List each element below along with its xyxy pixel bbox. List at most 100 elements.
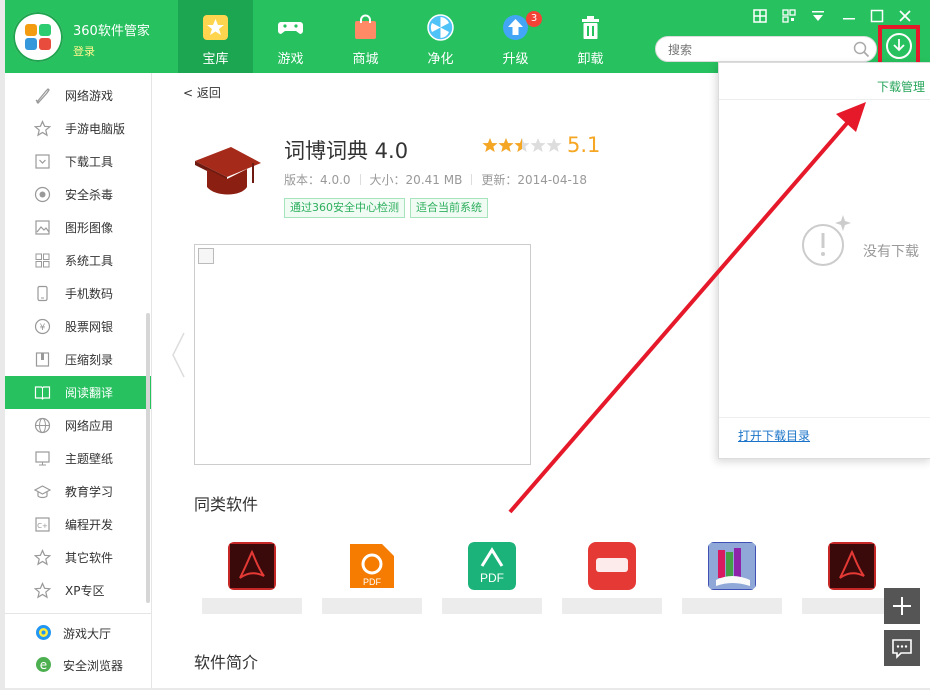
star-outline-icon bbox=[34, 582, 51, 599]
sidebar-item[interactable]: 系统工具 bbox=[5, 244, 151, 277]
open-download-folder-link[interactable]: 打开下载目录 bbox=[738, 427, 810, 444]
trash-icon bbox=[582, 16, 599, 39]
nav-label: 卸载 bbox=[577, 52, 604, 67]
maximize-button[interactable] bbox=[866, 6, 888, 26]
back-link[interactable]: < 返回 bbox=[183, 84, 221, 101]
sidebar-item[interactable]: 手机数码 bbox=[5, 277, 151, 310]
archive-icon bbox=[35, 352, 50, 367]
sidebar-item[interactable]: 安全杀毒 bbox=[5, 178, 151, 211]
screenshot-viewer[interactable] bbox=[194, 244, 531, 465]
sidebar-item[interactable]: 阅读翻译 bbox=[5, 376, 151, 409]
panel-divider bbox=[719, 99, 930, 100]
software-intro-title: 软件简介 bbox=[194, 653, 259, 672]
close-button[interactable] bbox=[894, 6, 916, 26]
category-sidebar: 网络游戏 手游电脑版 下载工具 安全杀毒图形图像系统工具 手机数码 ¥ 股票网银 压缩刻录 阅读… bbox=[5, 73, 152, 688]
nav-item-upgrade[interactable]: 3 升级 bbox=[478, 0, 553, 73]
sidebar-item[interactable]: 网络应用 bbox=[5, 409, 151, 442]
grid-skin-icon bbox=[753, 9, 767, 23]
nav-label: 升级 bbox=[502, 52, 529, 67]
sidebar-item-label: 教育学习 bbox=[65, 485, 114, 499]
skin-button[interactable] bbox=[749, 6, 771, 26]
browser-e-icon: e bbox=[36, 657, 51, 672]
star-icon bbox=[203, 15, 228, 40]
empty-exclamation-icon bbox=[802, 215, 851, 266]
app-name: 360软件管家 bbox=[73, 24, 150, 39]
sidebar-item-label: 网络应用 bbox=[65, 419, 114, 433]
previous-screenshot-arrow-icon[interactable] bbox=[170, 331, 188, 379]
search-input[interactable] bbox=[666, 40, 850, 60]
minimize-icon bbox=[843, 18, 855, 20]
safety-tags: 通过360安全中心检测 适合当前系统 bbox=[284, 196, 493, 218]
sidebar-item[interactable]: C+ 编程开发 bbox=[5, 508, 151, 541]
feedback-button[interactable] bbox=[884, 630, 920, 666]
similar-item[interactable] bbox=[672, 542, 792, 622]
nav-item-mall[interactable]: 商城 bbox=[328, 0, 403, 73]
nav-item-treasure[interactable]: 宝库 bbox=[178, 0, 253, 73]
nav-item-games[interactable]: 游戏 bbox=[253, 0, 328, 73]
sidebar-item[interactable]: 网络游戏 bbox=[5, 79, 151, 112]
similar-item[interactable] bbox=[192, 542, 312, 622]
similar-item-name bbox=[682, 598, 782, 614]
sidebar-item[interactable]: 主题壁纸 bbox=[5, 442, 151, 475]
similar-item[interactable] bbox=[552, 542, 672, 622]
nav-item-clean[interactable]: 净化 bbox=[403, 0, 478, 73]
upgrade-count-badge: 3 bbox=[526, 11, 542, 27]
search-box bbox=[655, 36, 877, 62]
sidebar-divider bbox=[5, 613, 151, 614]
youdao-icon bbox=[588, 542, 636, 590]
sidebar-scrollbar[interactable] bbox=[146, 313, 150, 603]
graduation-cap-icon bbox=[34, 485, 51, 499]
no-downloads-text: 没有下载 bbox=[863, 244, 919, 260]
sidebar-item-label: 图形图像 bbox=[65, 221, 114, 235]
meta-separator bbox=[471, 174, 473, 185]
image-icon bbox=[35, 220, 50, 235]
sidebar-item[interactable]: 手游电脑版 bbox=[5, 112, 151, 145]
nav-label: 商城 bbox=[352, 52, 379, 67]
code-icon: C+ bbox=[35, 517, 50, 532]
sword-icon bbox=[35, 88, 50, 104]
sidebar-item[interactable]: 图形图像 bbox=[5, 211, 151, 244]
dropdown-menu-icon bbox=[812, 11, 824, 21]
nav-label: 净化 bbox=[427, 52, 454, 67]
updated-text: 更新：2014-04-18 bbox=[481, 173, 588, 187]
sidebar-item-label: 其它软件 bbox=[65, 551, 114, 565]
sidebar-item[interactable]: 其它软件 bbox=[5, 541, 151, 574]
broken-image-icon bbox=[198, 248, 214, 264]
book-icon bbox=[34, 386, 51, 400]
size-text: 大小：20.41 MB bbox=[369, 173, 463, 187]
app-window: 360软件管家 登录 宝库 游戏 商城 净化 3 升级 卸载 搜索 网络游戏 手… bbox=[5, 0, 930, 688]
download-manager-button[interactable] bbox=[886, 33, 912, 59]
menu-button[interactable] bbox=[807, 6, 829, 26]
similar-item[interactable]: PDF bbox=[432, 542, 552, 622]
sidebar-item[interactable]: 压缩刻录 bbox=[5, 343, 151, 376]
minimize-button[interactable] bbox=[838, 6, 860, 26]
wallpaper-icon bbox=[35, 451, 50, 466]
svg-text:¥: ¥ bbox=[40, 323, 46, 333]
acrobat-icon bbox=[228, 542, 276, 590]
search-icon[interactable] bbox=[853, 41, 870, 58]
version-text: 版本：4.0.0 bbox=[284, 173, 351, 187]
svg-text:C+: C+ bbox=[37, 522, 48, 530]
gamepad-icon bbox=[278, 22, 303, 34]
login-link[interactable]: 登录 bbox=[73, 43, 95, 59]
sidebar-item-label: XP专区 bbox=[65, 584, 105, 598]
sidebar-item[interactable]: 教育学习 bbox=[5, 475, 151, 508]
maximize-icon bbox=[870, 9, 884, 23]
download-manager-title: 下载管理 bbox=[876, 80, 925, 94]
sidebar-item[interactable]: ¥ 股票网银 bbox=[5, 310, 151, 343]
sidebar-item[interactable]: e 安全浏览器 bbox=[5, 650, 151, 680]
game-hall-icon bbox=[36, 625, 51, 640]
similar-item[interactable]: PDF bbox=[312, 542, 432, 622]
add-button[interactable] bbox=[884, 588, 920, 624]
sidebar-item[interactable]: XP专区 bbox=[5, 574, 151, 607]
sidebar-item[interactable]: 游戏大厅 bbox=[5, 618, 151, 648]
svg-text:PDF: PDF bbox=[480, 571, 504, 585]
globe-icon bbox=[34, 417, 51, 434]
rating-stars-icon bbox=[482, 138, 562, 152]
sidebar-item[interactable]: 下载工具 bbox=[5, 145, 151, 178]
nav-item-uninstall[interactable]: 卸载 bbox=[553, 0, 628, 73]
app-logo-icon bbox=[13, 12, 63, 62]
qr-button[interactable] bbox=[778, 6, 800, 26]
download-arrow-icon bbox=[893, 39, 905, 52]
plus-icon bbox=[893, 597, 911, 615]
